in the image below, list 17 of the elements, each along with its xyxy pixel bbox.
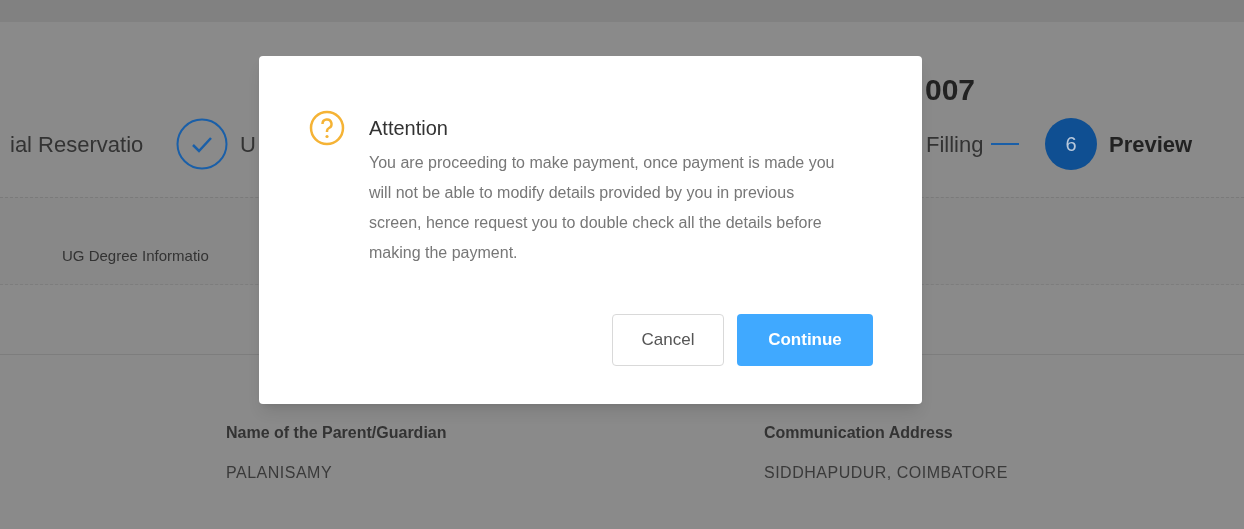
step-label: Preview [1109, 130, 1193, 159]
step-label: U [240, 130, 256, 159]
step-number: 6 [1045, 118, 1097, 170]
field-label: Name of the Parent/Guardian [226, 423, 448, 443]
check-circle-icon [176, 118, 228, 170]
dialog-title: Attention [369, 116, 449, 141]
help-icon [309, 110, 345, 146]
page-title: 007 [925, 72, 976, 108]
step-label: Filling [926, 130, 984, 159]
step-label: ial Reservatio [10, 130, 144, 159]
field-label: Communication Address [764, 423, 954, 443]
field-value: SIDDHAPUDUR, COIMBATORE [764, 463, 1008, 483]
field-value: PALANISAMY [226, 463, 334, 483]
section-tab[interactable]: UG Degree Informatio [62, 214, 209, 268]
dialog-message: You are proceeding to make payment, once payment is made you will not be able to modify details provided by you in previous screen, hence request you to double check all the details before making the payment. [369, 153, 836, 263]
cancel-button[interactable]: Cancel [612, 314, 724, 366]
continue-button[interactable]: Continue [737, 314, 873, 366]
